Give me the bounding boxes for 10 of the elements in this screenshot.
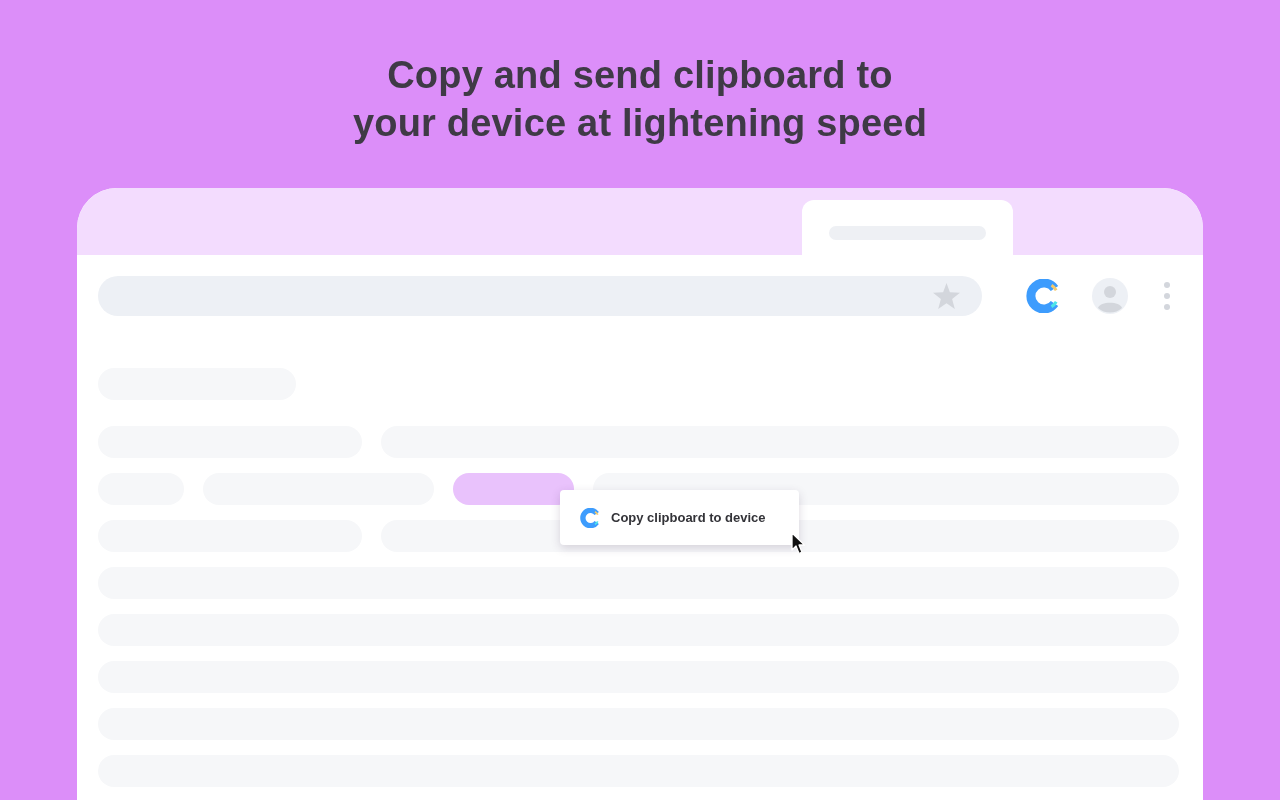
star-icon[interactable] [933, 283, 960, 309]
menu-icon[interactable] [1164, 282, 1170, 310]
extension-logo-icon[interactable] [1026, 279, 1060, 313]
avatar-icon[interactable] [1092, 278, 1128, 314]
browser-tab[interactable] [802, 200, 1013, 255]
copy-clipboard-button[interactable]: Copy clipboard to device [560, 490, 799, 545]
cursor-icon [791, 532, 806, 555]
address-bar[interactable] [98, 276, 982, 316]
extension-logo-icon [580, 507, 600, 528]
headline: Copy and send clipboard to your device at lightening speed [352, 53, 928, 146]
